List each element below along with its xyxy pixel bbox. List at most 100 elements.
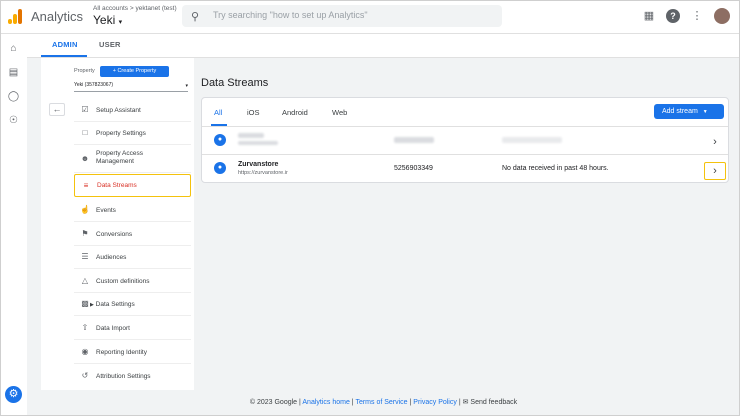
stream-url: https://zurvanstore.ir	[238, 170, 288, 176]
redacted-id	[394, 137, 434, 143]
create-property-button[interactable]: + Create Property	[100, 66, 169, 77]
back-arrow-icon[interactable]: ←	[49, 103, 65, 116]
nav-property-access[interactable]: ☻ Property Access Management	[74, 146, 191, 173]
copyright: © 2023 Google |	[249, 399, 301, 406]
stream-row-redacted[interactable]: ● ›	[202, 126, 728, 154]
caret-right-icon: ▶	[90, 302, 94, 308]
nav-label: Data Import	[96, 325, 130, 332]
nav-conversions[interactable]: ⚑ Conversions	[74, 223, 191, 246]
account-name: Yeki	[93, 13, 116, 27]
top-bar: Analytics All accounts > yektanet (test)…	[0, 0, 740, 34]
analytics-home-link[interactable]: Analytics home	[302, 399, 349, 406]
advertising-icon[interactable]: ☉	[7, 114, 20, 127]
touch-icon: ☝	[80, 205, 90, 214]
globe-icon: ●	[214, 134, 226, 146]
streams-icon: ≡	[83, 181, 89, 190]
caret-down-icon: ▼	[702, 109, 708, 115]
active-tab-indicator	[41, 55, 87, 57]
filter-tab-android[interactable]: Android	[282, 108, 308, 117]
more-vert-icon[interactable]: ⋮	[690, 9, 704, 23]
nav-data-import[interactable]: ⇧ Data Import	[74, 317, 191, 340]
privacy-link[interactable]: Privacy Policy	[413, 399, 457, 406]
globe-icon: ●	[214, 162, 226, 174]
settings-page-icon: □	[82, 128, 88, 137]
footer: © 2023 Google | Analytics home | Terms o…	[27, 390, 740, 416]
stream-name: Zurvanstore	[238, 161, 279, 168]
stream-status: No data received in past 48 hours.	[502, 165, 609, 172]
nav-custom-definitions[interactable]: △ Custom definitions	[74, 270, 191, 293]
identity-icon: ◉	[81, 347, 89, 356]
search-placeholder: Try searching "how to set up Analytics"	[213, 10, 368, 20]
tab-admin[interactable]: ADMIN	[52, 40, 78, 49]
streams-card: All iOS Android Web Add stream ▼ ● › ● Zu…	[201, 97, 729, 183]
add-stream-label: Add stream	[662, 108, 698, 115]
caret-down-icon: ▾	[118, 19, 123, 26]
add-stream-button[interactable]: Add stream ▼	[654, 104, 724, 119]
caret-down-icon: ▾	[185, 83, 188, 89]
nav-label: Custom definitions	[96, 278, 150, 285]
analytics-logo-icon[interactable]	[8, 9, 22, 24]
checklist-icon: ☑	[81, 105, 89, 114]
property-selected-value: Yeki (357823067)	[74, 82, 114, 88]
property-label: Property	[74, 68, 95, 74]
search-icon: ⚲	[191, 11, 200, 23]
nav-property-settings[interactable]: □ Property Settings	[74, 122, 191, 145]
top-icons: ▦ ? ⋮	[642, 8, 730, 24]
feedback-icon: ✉	[462, 399, 469, 406]
property-nav-panel: Property + Create Property Yeki (3578230…	[41, 58, 194, 390]
app-title[interactable]: Analytics	[31, 9, 83, 24]
redacted-status	[502, 137, 562, 143]
page-title: Data Streams	[201, 77, 269, 89]
nav-label: Setup Assistant	[96, 107, 141, 114]
nav-setup-assistant[interactable]: ☑ Setup Assistant	[74, 99, 191, 122]
property-select[interactable]: Yeki (357823067) ▾	[74, 82, 188, 92]
audience-icon: ☰	[81, 252, 89, 261]
attribution-icon: ↺	[81, 371, 89, 380]
help-icon[interactable]: ?	[666, 9, 680, 23]
flag-icon: ⚑	[81, 229, 89, 238]
nav-audiences[interactable]: ☰ Audiences	[74, 246, 191, 269]
people-icon: ☻	[80, 154, 90, 163]
nav-label: Audiences	[96, 254, 127, 261]
nav-events[interactable]: ☝ Events	[74, 199, 191, 222]
nav-label: Property Settings	[96, 130, 146, 137]
redacted-name	[238, 133, 264, 138]
terms-link[interactable]: Terms of Service	[355, 399, 407, 406]
account-breadcrumb[interactable]: All accounts > yektanet (test)	[93, 5, 177, 12]
nav-label: Property Access Management	[96, 150, 143, 165]
nav-label: Attribution Settings	[96, 373, 151, 380]
chevron-right-icon[interactable]: ›	[704, 162, 726, 180]
send-feedback-link[interactable]: Send feedback	[470, 399, 517, 406]
left-rail: ⌂ ▤ ◯ ☉	[0, 34, 27, 416]
account-selector[interactable]: Yeki ▾	[93, 13, 122, 27]
reports-icon[interactable]: ▤	[7, 66, 20, 79]
nav-expand-label: ▶ Data Settings	[90, 301, 135, 309]
nav-label: Data Streams	[97, 182, 137, 189]
redacted-url	[238, 141, 278, 145]
tab-user[interactable]: USER	[99, 40, 121, 49]
nav-data-streams[interactable]: ≡ Data Streams	[74, 174, 191, 197]
apps-grid-icon[interactable]: ▦	[642, 9, 656, 23]
search-input[interactable]: ⚲ Try searching "how to set up Analytics…	[182, 5, 502, 27]
nav-data-settings[interactable]: ▩ ▶ Data Settings	[74, 293, 191, 316]
home-icon[interactable]: ⌂	[7, 42, 20, 55]
nav-label: Conversions	[96, 231, 133, 238]
explore-icon[interactable]: ◯	[7, 90, 20, 103]
admin-gear-icon[interactable]: ⚙	[5, 386, 22, 403]
nav-label: Reporting Identity	[96, 349, 147, 356]
admin-tabs: ADMIN USER	[27, 34, 740, 58]
stream-row[interactable]: ● Zurvanstore https://zurvanstore.ir 525…	[202, 154, 728, 182]
nav-label: Data Settings	[95, 301, 135, 308]
shapes-icon: △	[81, 276, 89, 285]
filter-tab-web[interactable]: Web	[332, 108, 347, 117]
upload-icon: ⇧	[81, 323, 89, 332]
chevron-right-icon[interactable]: ›	[704, 134, 726, 152]
filter-tab-all[interactable]: All	[214, 108, 222, 117]
nav-label: Events	[96, 207, 116, 214]
nav-reporting-identity[interactable]: ◉ Reporting Identity	[74, 341, 191, 364]
filter-tab-ios[interactable]: iOS	[247, 108, 260, 117]
database-icon: ▩	[81, 299, 89, 308]
nav-attribution-settings[interactable]: ↺ Attribution Settings	[74, 365, 191, 388]
avatar[interactable]	[714, 8, 730, 24]
stream-id: 5256903349	[394, 165, 433, 172]
